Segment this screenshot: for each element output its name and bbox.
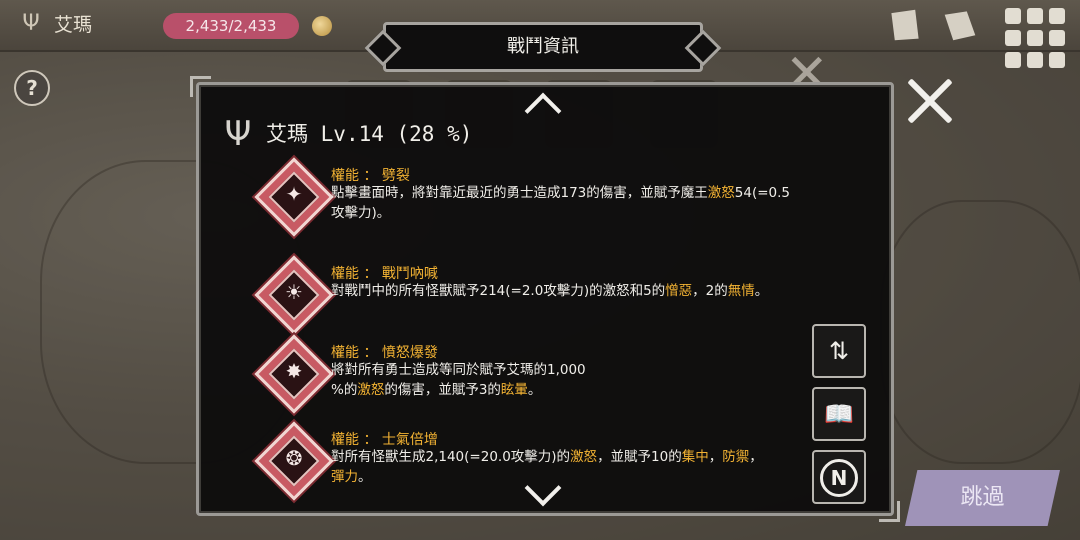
scroll-icon[interactable] — [944, 11, 976, 41]
skill-description: 將對所有勇士造成等同於賦予艾瑪的1,000 %的激怒的傷害，並賦予3的眩暈。 — [331, 360, 621, 400]
skill-entry: ☀ 權能 ： 戰鬥吶喊 對戰鬥中的所有怪獸賦予214(=2.0攻擊力)的激怒和5… — [254, 255, 820, 335]
character-name: 艾瑪 — [266, 122, 308, 146]
player-info: Ψ 艾瑪 — [18, 10, 92, 37]
open-book-icon: 📖 — [824, 400, 854, 428]
keyword-highlight: 激怒 — [570, 449, 598, 465]
dialog-title: 戰鬥資訊 — [507, 36, 579, 57]
description-text: 對所有怪獸生成2,140(=20.0攻擊力)的 — [331, 449, 571, 465]
character-level: Lv.14 (28 %) — [320, 122, 473, 146]
grid-menu-icon[interactable] — [1005, 8, 1065, 68]
keyword-highlight: 防禦 — [722, 449, 750, 465]
keyword-highlight: 集中 — [681, 449, 709, 465]
dialog-title-bar: 戰鬥資訊 — [383, 22, 703, 72]
keyword-highlight: 眩暈 — [500, 382, 528, 398]
description-text: ，2的 — [692, 283, 728, 299]
open-book-button[interactable]: 📖 — [812, 387, 866, 441]
skill-title: 權能 ： 戰鬥吶喊 — [331, 266, 438, 282]
description-text: ，並賦予10的 — [597, 449, 682, 465]
rage-burst-skill-icon: ✸ — [254, 334, 334, 414]
description-text: 。 — [754, 283, 769, 299]
player-name: 艾瑪 — [54, 14, 93, 36]
keyword-highlight: 憎惡 — [665, 283, 693, 299]
keyword-highlight: 激怒 — [357, 382, 385, 398]
skill-entry: ✦ 權能 ： 劈裂 點擊畫面時，將對靠近最近的勇士造成173的傷害，並賦予魔王激… — [254, 157, 820, 237]
trident-icon: Ψ — [22, 10, 40, 36]
trident-icon: Ψ — [224, 114, 252, 154]
help-button[interactable]: ? — [14, 70, 50, 106]
coin-icon — [312, 16, 332, 36]
description-text: 。 — [527, 382, 542, 398]
sort-arrows-icon: ⇅ — [828, 337, 850, 365]
skill-entry: ❂ 權能 ： 士氣倍增 對所有怪獸生成2,140(=20.0攻擊力)的激怒，並賦… — [254, 421, 820, 501]
description-text: 點擊畫面時，將對靠近最近的勇士造成173的傷害，並賦予魔王 — [331, 185, 708, 201]
description-text: ， — [708, 449, 723, 465]
description-text: 的傷害，並賦予3的 — [384, 382, 501, 398]
description-text: ， — [749, 449, 763, 465]
morale-boost-skill-icon: ❂ — [254, 421, 334, 501]
skip-button[interactable]: 跳過 — [905, 470, 1060, 526]
keyword-highlight: 無情 — [727, 283, 755, 299]
battle-cry-skill-icon: ☀ — [254, 255, 334, 335]
hp-counter: 2,433/2,433 — [163, 13, 299, 39]
skill-description: 對所有怪獸生成2,140(=20.0攻擊力)的激怒，並賦予10的集中，防禦， 彈… — [331, 447, 801, 487]
sort-arrows-button[interactable]: ⇅ — [812, 324, 866, 378]
skill-description: 點擊畫面時，將對靠近最近的勇士造成173的傷害，並賦予魔王激怒54(=0.5攻擊… — [331, 183, 801, 223]
skill-title: 權能 ： 士氣倍增 — [331, 432, 438, 448]
description-text: 。 — [358, 469, 372, 485]
description-text: 對戰鬥中的所有怪獸賦予214(=2.0攻擊力)的激怒和5的 — [331, 283, 666, 299]
skill-title: 權能 ： 劈裂 — [331, 168, 410, 184]
book-icon[interactable] — [891, 9, 919, 41]
keyword-highlight: 彈力 — [331, 469, 358, 485]
close-icon[interactable] — [903, 74, 957, 128]
n-badge-button[interactable]: N — [812, 450, 866, 504]
skill-entry: ✸ 權能 ： 憤怒爆發 將對所有勇士造成等同於賦予艾瑪的1,000 %的激怒的傷… — [254, 334, 820, 414]
skill-title: 權能 ： 憤怒爆發 — [331, 345, 438, 361]
character-header: 艾瑪 Lv.14 (28 %) — [266, 118, 472, 148]
cleave-skill-icon: ✦ — [254, 157, 334, 237]
keyword-highlight: 激怒 — [707, 185, 735, 201]
skill-description: 對戰鬥中的所有怪獸賦予214(=2.0攻擊力)的激怒和5的憎惡，2的無情。 — [331, 281, 801, 301]
n-badge-icon: N — [820, 459, 858, 497]
